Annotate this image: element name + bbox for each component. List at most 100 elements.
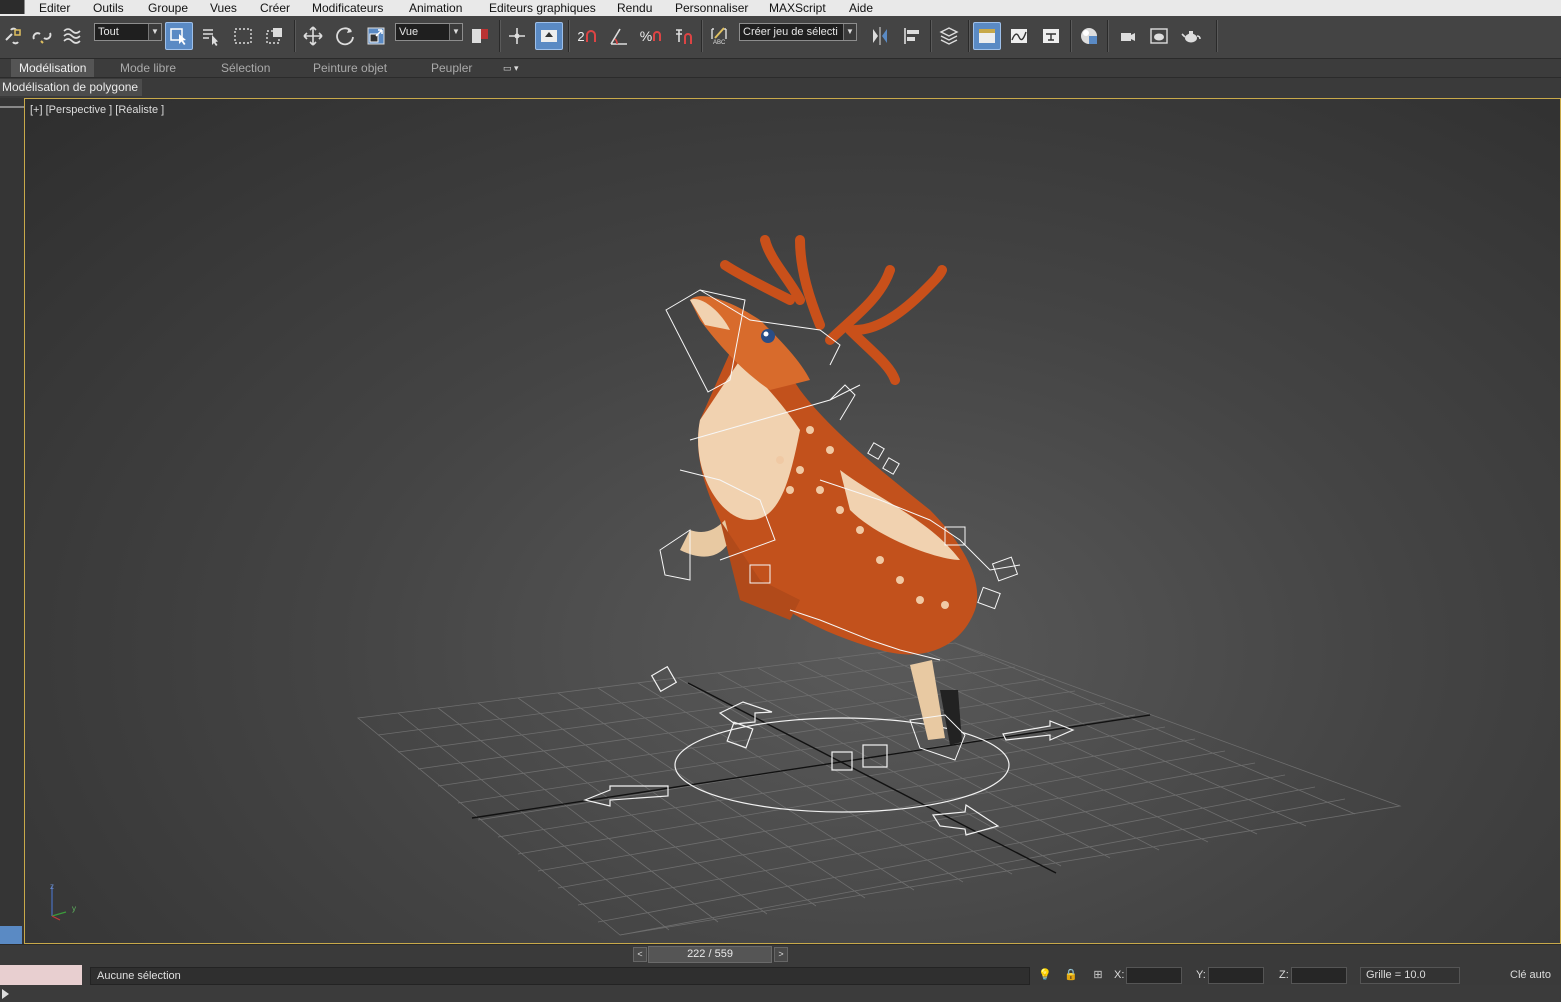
toolbar-separator (701, 20, 703, 52)
maxscript-listener-input[interactable] (0, 965, 82, 985)
align-icon[interactable] (898, 22, 926, 50)
toolbar-separator (1216, 20, 1218, 52)
abc-label: ABC (713, 40, 726, 46)
play-icon[interactable] (0, 986, 12, 1002)
toolbar-separator (930, 20, 932, 52)
toolbar-separator (1107, 20, 1109, 52)
menu-editer[interactable]: Editer (39, 0, 70, 16)
link-icon[interactable] (0, 22, 28, 50)
auto-key-button[interactable]: Clé auto (1510, 969, 1551, 981)
material-editor-icon[interactable] (1075, 22, 1103, 50)
edit-named-selection-button[interactable]: ABC (705, 22, 733, 50)
tab-selection[interactable]: Sélection (221, 59, 270, 77)
selection-lock-icon[interactable]: 🔒 (1064, 968, 1078, 982)
axis-tripod (51, 886, 67, 921)
schematic-view-icon[interactable] (1037, 22, 1065, 50)
tab-peinture-objet[interactable]: Peinture objet (313, 59, 387, 77)
selection-filter-select[interactable]: Tout ▼ (94, 23, 162, 41)
viewport-scene (51, 235, 1402, 936)
ribbon-panel-bar: Modélisation de polygone (0, 78, 1561, 98)
rotate-icon[interactable] (331, 22, 359, 50)
ribbon-tab-bar: Modélisation Mode libre Sélection Peintu… (0, 59, 1561, 78)
tab-mode-libre[interactable]: Mode libre (120, 59, 176, 77)
snap-toggle-button[interactable]: 2 (573, 22, 601, 50)
time-slider-thumb[interactable]: 222 / 559 (648, 946, 772, 963)
scale-icon[interactable] (362, 22, 390, 50)
axis-z-label: z (50, 882, 54, 891)
coord-x-field[interactable] (1126, 967, 1182, 984)
selection-filter-value: Tout (98, 26, 119, 38)
coord-z-field[interactable] (1291, 967, 1347, 984)
percent-snap-button[interactable]: % (637, 22, 665, 50)
menu-rendu[interactable]: Rendu (617, 0, 652, 16)
status-bar: Aucune sélection 💡 🔒 ⊞ X: Y: Z: Grille =… (0, 965, 1561, 985)
toggle-ribbon-button[interactable] (973, 22, 1001, 50)
app-logo-icon[interactable] (0, 0, 25, 14)
menu-editeurs-graphiques[interactable]: Editeurs graphiques (489, 0, 596, 16)
mirror-icon[interactable] (866, 22, 894, 50)
move-icon[interactable] (299, 22, 327, 50)
named-selection-set-placeholder: Créer jeu de sélecti (743, 26, 838, 38)
bind-space-warp-icon[interactable] (58, 22, 86, 50)
time-prev-button[interactable]: < (633, 947, 647, 962)
menu-creer[interactable]: Créer (260, 0, 290, 16)
chevron-down-icon: ▼ (148, 24, 161, 40)
axis-y-label: y (72, 904, 76, 913)
time-next-button[interactable]: > (774, 947, 788, 962)
menu-groupe[interactable]: Groupe (148, 0, 188, 16)
selection-status-text: Aucune sélection (90, 967, 1030, 985)
pivot-center-button[interactable] (466, 22, 494, 50)
snap-toggle-label: 2 (577, 28, 585, 44)
coord-z-label: Z: (1279, 969, 1289, 981)
select-manipulate-icon[interactable] (503, 22, 531, 50)
tab-peupler[interactable]: Peupler (431, 59, 472, 77)
window-crossing-button[interactable] (261, 22, 289, 50)
menu-aide[interactable]: Aide (849, 0, 873, 16)
absolute-mode-transform-icon[interactable]: ⊞ (1091, 968, 1105, 982)
ribbon-options-dropdown-icon[interactable]: ▭ ▾ (503, 59, 519, 77)
select-object-button[interactable] (165, 22, 193, 50)
named-selection-set-input[interactable]: Créer jeu de sélecti ▼ (739, 23, 857, 41)
toolbar-separator (1070, 20, 1072, 52)
isolate-selection-icon[interactable]: 💡 (1038, 968, 1052, 982)
percent-snap-label: % (639, 28, 653, 44)
unlink-icon[interactable] (28, 22, 56, 50)
rendered-frame-window-icon[interactable] (1145, 22, 1173, 50)
main-toolbar: Tout ▼ Vue ▼ 2 % ABC Créer jeu de sélect… (0, 16, 1561, 59)
coord-y-field[interactable] (1208, 967, 1264, 984)
menu-vues[interactable]: Vues (210, 0, 237, 16)
grid-size-readout: Grille = 10.0 (1360, 967, 1460, 984)
menu-outils[interactable]: Outils (93, 0, 124, 16)
render-setup-icon[interactable] (1113, 22, 1141, 50)
time-slider: < 222 / 559 > (0, 944, 1561, 966)
reference-coord-select[interactable]: Vue ▼ (395, 23, 463, 41)
deer-model (680, 235, 978, 745)
menu-modificateurs[interactable]: Modificateurs (312, 0, 383, 16)
perspective-viewport[interactable]: [+] [Perspective ] [Réaliste ] z y (24, 98, 1561, 944)
menu-animation[interactable]: Animation (409, 0, 462, 16)
render-teapot-icon[interactable] (1177, 22, 1205, 50)
menu-bar: Editer Outils Groupe Vues Créer Modifica… (0, 0, 1561, 16)
chevron-down-icon: ▼ (449, 24, 462, 40)
reference-coord-value: Vue (399, 26, 419, 38)
coord-y-label: Y: (1196, 969, 1206, 981)
chevron-down-icon: ▼ (843, 24, 856, 40)
strip-divider (0, 106, 24, 108)
panel-polygon-modeling[interactable]: Modélisation de polygone (0, 79, 143, 96)
curve-editor-icon[interactable] (1005, 22, 1033, 50)
keyboard-shortcut-override-button[interactable] (535, 22, 563, 50)
rig-controls (583, 665, 1075, 836)
layer-explorer-icon[interactable] (935, 22, 963, 50)
menu-personnaliser[interactable]: Personnaliser (675, 0, 748, 16)
toolbar-separator (968, 20, 970, 52)
left-command-strip (0, 98, 25, 999)
toolbar-separator (499, 20, 501, 52)
menu-maxscript[interactable]: MAXScript (769, 0, 826, 16)
select-by-name-button[interactable] (197, 22, 225, 50)
tab-modelisation[interactable]: Modélisation (11, 59, 95, 77)
spinner-snap-icon[interactable] (669, 22, 697, 50)
toolbar-separator (294, 20, 296, 52)
ground-grid (357, 642, 1402, 936)
angle-snap-icon[interactable] (605, 22, 633, 50)
rect-selection-region-button[interactable] (229, 22, 257, 50)
